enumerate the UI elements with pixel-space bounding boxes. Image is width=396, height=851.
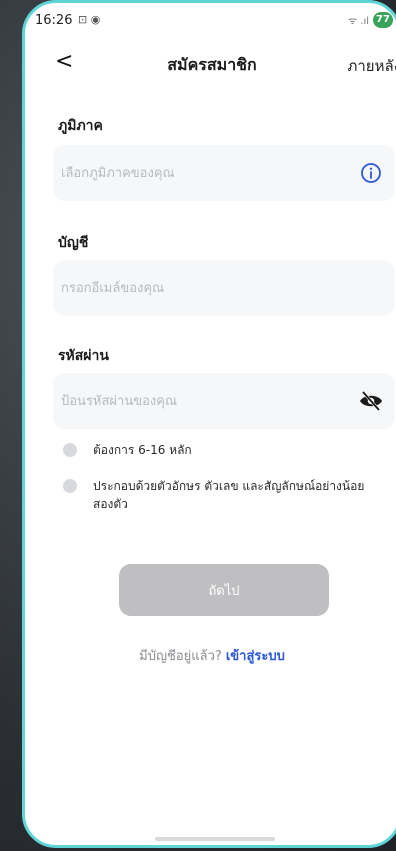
later-button[interactable]: ภายหลัง bbox=[347, 54, 396, 78]
next-button[interactable]: ถัดไป bbox=[119, 564, 329, 616]
status-right: ᯤ .ıl 77 bbox=[348, 12, 393, 28]
home-indicator bbox=[155, 837, 275, 841]
signal-icon: ᯤ .ıl bbox=[347, 16, 369, 27]
rule-status-dot bbox=[63, 443, 77, 457]
status-time: 16:26 bbox=[35, 13, 73, 28]
rule-status-dot bbox=[63, 479, 77, 493]
battery-icon: 77 bbox=[373, 12, 393, 28]
region-input[interactable] bbox=[58, 145, 338, 201]
account-label: บัญชี bbox=[58, 235, 89, 251]
eye-off-icon[interactable] bbox=[359, 391, 383, 411]
password-rule-length: ต้องการ 6-16 หลัก bbox=[63, 441, 383, 459]
password-rule-chars: ประกอบด้วยตัวอักษร ตัวเลข และสัญลักษณ์อย… bbox=[63, 477, 383, 513]
rule-text: ประกอบด้วยตัวอักษร ตัวเลข และสัญลักษณ์อย… bbox=[93, 479, 365, 511]
email-input[interactable] bbox=[58, 260, 338, 316]
account-field[interactable] bbox=[53, 260, 395, 316]
login-prompt: มีบัญชีอยู่แล้ว? เข้าสู่ระบบ bbox=[25, 645, 396, 666]
nav-bar: < สมัครสมาชิก ภายหลัง bbox=[25, 47, 396, 81]
password-field[interactable] bbox=[53, 373, 395, 429]
rule-text: ต้องการ 6-16 หลัก bbox=[93, 443, 192, 457]
region-field[interactable] bbox=[53, 145, 395, 201]
phone-frame: 16:26 ⊡ ◉ ᯤ .ıl 77 < สมัครสมาชิก ภายหลัง… bbox=[22, 0, 396, 848]
status-bar: 16:26 ⊡ ◉ ᯤ .ıl 77 bbox=[25, 3, 396, 35]
info-icon[interactable] bbox=[359, 161, 383, 185]
notification-icons: ⊡ ◉ bbox=[78, 13, 101, 26]
login-link[interactable]: เข้าสู่ระบบ bbox=[226, 649, 285, 664]
region-label: ภูมิภาค bbox=[58, 118, 103, 134]
password-input[interactable] bbox=[58, 373, 338, 429]
have-account-text: มีบัญชีอยู่แล้ว? bbox=[139, 649, 222, 664]
page-title: สมัครสมาชิก bbox=[167, 55, 257, 74]
password-label: รหัสผ่าน bbox=[58, 348, 109, 364]
